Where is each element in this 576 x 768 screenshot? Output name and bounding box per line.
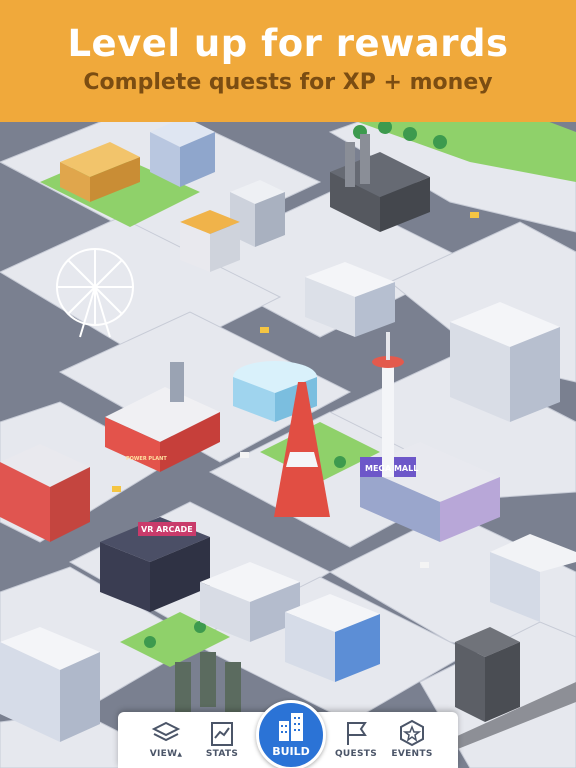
stats-label: STATS	[205, 749, 239, 759]
banner-title: Level up for rewards	[67, 22, 509, 65]
layers-icon	[151, 721, 181, 742]
events-button[interactable]: EVENTS	[380, 712, 444, 768]
view-button[interactable]: VIEW▲	[134, 712, 198, 768]
quests-label: QUESTS	[334, 749, 377, 759]
flag-icon	[347, 722, 367, 745]
bottom-toolbar: VIEW▲ STATS BUILD QUESTS EVENTS	[118, 700, 458, 768]
chart-board-icon	[211, 722, 233, 746]
buildings-icon	[279, 713, 303, 741]
build-label: BUILD	[272, 745, 310, 758]
stats-button[interactable]: STATS	[190, 712, 254, 768]
mall-sign: MEGA MALL	[365, 464, 418, 473]
banner-subtitle: Complete quests for XP + money	[83, 70, 493, 95]
plant-sign: POWER PLANT	[126, 456, 167, 462]
view-caret: ▲	[177, 751, 183, 758]
arcade-sign: VR ARCADE	[141, 525, 193, 534]
view-label: VIEW	[149, 749, 178, 759]
star-badge-icon	[400, 719, 424, 747]
quests-button[interactable]: QUESTS	[324, 712, 388, 768]
app-screen: Level up for rewards Complete quests for…	[0, 0, 576, 768]
city-illustration: MEGA MALL VR ARCADE POWER PLANT	[0, 122, 576, 768]
promo-banner: Level up for rewards Complete quests for…	[0, 0, 576, 122]
city-map[interactable]: MEGA MALL VR ARCADE POWER PLANT	[0, 122, 576, 768]
build-button[interactable]: BUILD	[256, 700, 326, 768]
events-label: EVENTS	[391, 749, 433, 759]
